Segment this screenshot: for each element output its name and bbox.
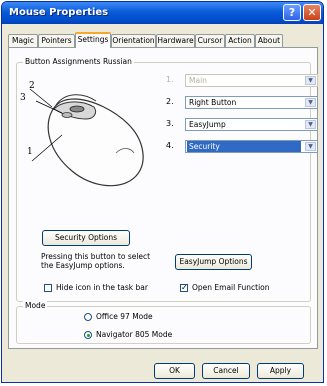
mode-label: Mode: [23, 301, 48, 310]
easyjump-options-button[interactable]: EasyJump Options: [175, 254, 252, 270]
security-options-button[interactable]: Security Options: [42, 230, 130, 246]
window-title: Mouse Properties: [9, 7, 109, 18]
assignment-4-select[interactable]: Security ▼: [185, 140, 318, 153]
title-bar[interactable]: Mouse Properties ? ✕: [2, 2, 323, 24]
assignment-number-1: 1.: [166, 75, 174, 84]
tab-about[interactable]: About: [255, 34, 283, 47]
callout-2: 2: [29, 81, 35, 91]
assignment-2-select[interactable]: Right Button ▼: [185, 96, 318, 109]
close-button[interactable]: ✕: [303, 4, 321, 21]
chevron-down-icon[interactable]: ▼: [305, 120, 316, 129]
assignment-3-value: EasyJump: [189, 120, 226, 129]
tab-action[interactable]: Action: [225, 34, 255, 47]
office97-label: Office 97 Mode: [96, 312, 153, 321]
ok-button[interactable]: OK: [154, 363, 195, 379]
mode-group: Mode Office 97 Mode Navigator 805 Mode: [16, 301, 311, 344]
callout-1: 1: [27, 147, 33, 157]
assignment-3-select[interactable]: EasyJump ▼: [185, 118, 318, 131]
tab-pointers[interactable]: Pointers: [38, 34, 75, 47]
navigator805-label: Navigator 805 Mode: [96, 330, 173, 339]
hide-icon-label: Hide icon in the task bar: [56, 283, 148, 292]
cancel-button[interactable]: Cancel: [202, 363, 250, 379]
open-email-checkbox[interactable]: ✓: [180, 284, 188, 292]
assignment-number-3: 3.: [166, 119, 174, 128]
settings-panel: Button Assignments Russian 2 3 1 1. Main…: [8, 47, 318, 349]
office97-radio[interactable]: [84, 313, 92, 321]
apply-button[interactable]: Apply: [257, 363, 304, 379]
tab-orientation[interactable]: Orientation: [111, 34, 156, 47]
mouse-illustration: [29, 88, 144, 187]
assignment-2-value: Right Button: [189, 98, 237, 107]
callout-3: 3: [20, 93, 26, 103]
chevron-down-icon: ▼: [305, 76, 316, 85]
assignment-number-4: 4.: [166, 141, 174, 150]
tab-magic[interactable]: Magic: [8, 34, 38, 47]
open-email-label: Open Email Function: [192, 283, 270, 292]
assignment-4-value: Security: [187, 141, 301, 152]
button-assignments-label: Button Assignments Russian: [23, 57, 134, 66]
help-button[interactable]: ?: [283, 4, 301, 21]
chevron-down-icon[interactable]: ▼: [305, 142, 316, 151]
chevron-down-icon[interactable]: ▼: [305, 98, 316, 107]
tab-cursor[interactable]: Cursor: [195, 34, 225, 47]
assignment-number-2: 2.: [166, 97, 174, 106]
easyjump-hint: Pressing this button to select the EasyJ…: [41, 252, 151, 270]
mouse-properties-window: Mouse Properties ? ✕ Magic Pointers Sett…: [1, 1, 324, 383]
assignment-1-select: Main ▼: [185, 74, 318, 87]
assignment-1-value: Main: [189, 76, 207, 85]
tab-hardware[interactable]: Hardware: [156, 34, 195, 47]
navigator805-radio[interactable]: [84, 331, 92, 339]
button-assignments-group: Button Assignments Russian 2 3 1 1. Main…: [16, 57, 318, 302]
tab-settings[interactable]: Settings: [75, 32, 111, 48]
hide-icon-checkbox[interactable]: [44, 284, 52, 292]
